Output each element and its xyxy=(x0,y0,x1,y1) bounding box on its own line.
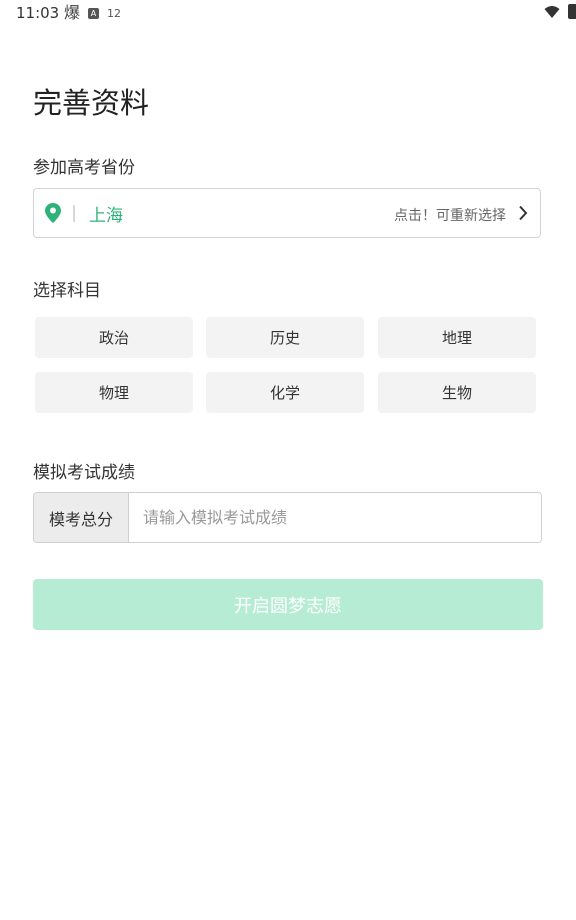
pin-divider xyxy=(73,205,75,222)
status-bar: 11:03 爆 A 12 xyxy=(0,0,576,28)
system-icons xyxy=(544,4,576,19)
subjects-section-label: 选择科目 xyxy=(33,281,101,301)
subject-button-physics[interactable]: 物理 xyxy=(35,372,193,413)
app-notification-icon: 爆 xyxy=(64,3,81,22)
province-value: 上海 xyxy=(89,206,123,226)
subject-button-biology[interactable]: 生物 xyxy=(378,372,536,413)
battery-icon xyxy=(568,4,576,19)
subject-button-history[interactable]: 历史 xyxy=(206,317,364,358)
temperature-icon: 12 xyxy=(107,6,122,20)
profile-completion-screen: 11:03 爆 A 12 完善资料 参加高考省份 上海 点击！可重新选择 选择科… xyxy=(0,0,576,920)
score-prefix-label: 模考总分 xyxy=(34,493,129,542)
score-section-label: 模拟考试成绩 xyxy=(33,463,135,483)
wifi-icon xyxy=(544,5,560,18)
subject-button-politics[interactable]: 政治 xyxy=(35,317,193,358)
subject-button-chemistry[interactable]: 化学 xyxy=(206,372,364,413)
score-field-group: 模考总分 xyxy=(33,492,542,543)
location-pin-icon xyxy=(45,203,61,223)
a-badge-icon: A xyxy=(88,7,100,19)
notification-icons: 爆 A 12 xyxy=(64,3,121,23)
chevron-right-icon xyxy=(519,205,528,221)
province-section-label: 参加高考省份 xyxy=(33,158,135,178)
start-volunteer-button[interactable]: 开启圆梦志愿 xyxy=(33,579,543,630)
subject-button-geography[interactable]: 地理 xyxy=(378,317,536,358)
page-title: 完善资料 xyxy=(33,86,150,120)
province-selector[interactable]: 上海 点击！可重新选择 xyxy=(33,188,541,238)
status-time: 11:03 xyxy=(16,4,60,22)
score-input[interactable] xyxy=(129,493,541,542)
province-reselect-hint: 点击！可重新选择 xyxy=(394,208,506,224)
